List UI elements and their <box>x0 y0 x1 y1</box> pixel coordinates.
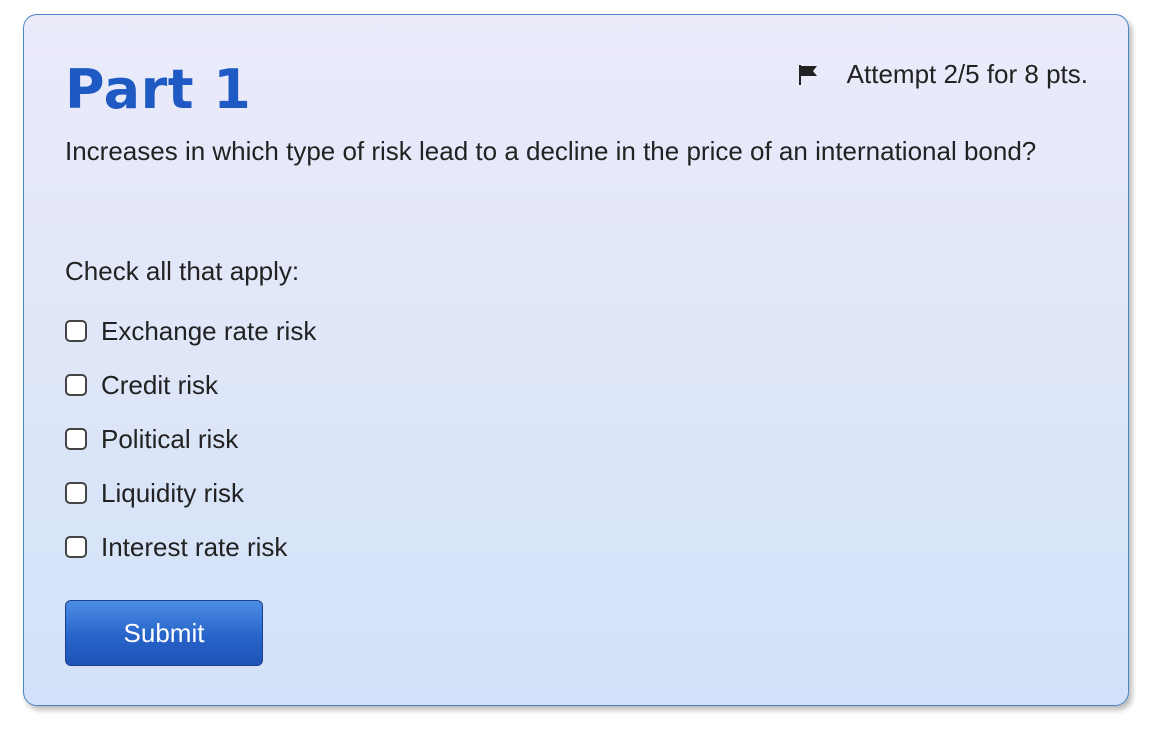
part-title: Part 1 <box>65 58 252 121</box>
checkbox[interactable] <box>65 428 87 450</box>
instruction-text: Check all that apply: <box>65 256 300 286</box>
checkbox[interactable] <box>65 320 87 342</box>
submit-button[interactable]: Submit <box>65 600 263 666</box>
options-list: Exchange rate risk Credit risk Political… <box>65 304 316 574</box>
option-label: Political risk <box>101 423 239 454</box>
option-liquidity-risk[interactable]: Liquidity risk <box>65 466 316 520</box>
option-interest-rate-risk[interactable]: Interest rate risk <box>65 520 316 574</box>
attempt-info: Attempt 2/5 for 8 pts. <box>797 59 1088 90</box>
option-label: Exchange rate risk <box>101 315 317 346</box>
option-label: Interest rate risk <box>101 531 288 562</box>
option-political-risk[interactable]: Political risk <box>65 412 316 466</box>
option-label: Credit risk <box>101 369 219 400</box>
option-exchange-rate-risk[interactable]: Exchange rate risk <box>65 304 316 358</box>
question-text: Increases in which type of risk lead to … <box>65 136 1037 166</box>
checkbox[interactable] <box>65 482 87 504</box>
attempt-text: Attempt 2/5 for 8 pts. <box>846 59 1088 89</box>
flag-icon[interactable] <box>797 64 819 86</box>
checkbox[interactable] <box>65 374 87 396</box>
option-credit-risk[interactable]: Credit risk <box>65 358 316 412</box>
question-card: Part 1 Attempt 2/5 for 8 pts. Increases … <box>23 14 1129 706</box>
option-label: Liquidity risk <box>101 477 245 508</box>
checkbox[interactable] <box>65 536 87 558</box>
